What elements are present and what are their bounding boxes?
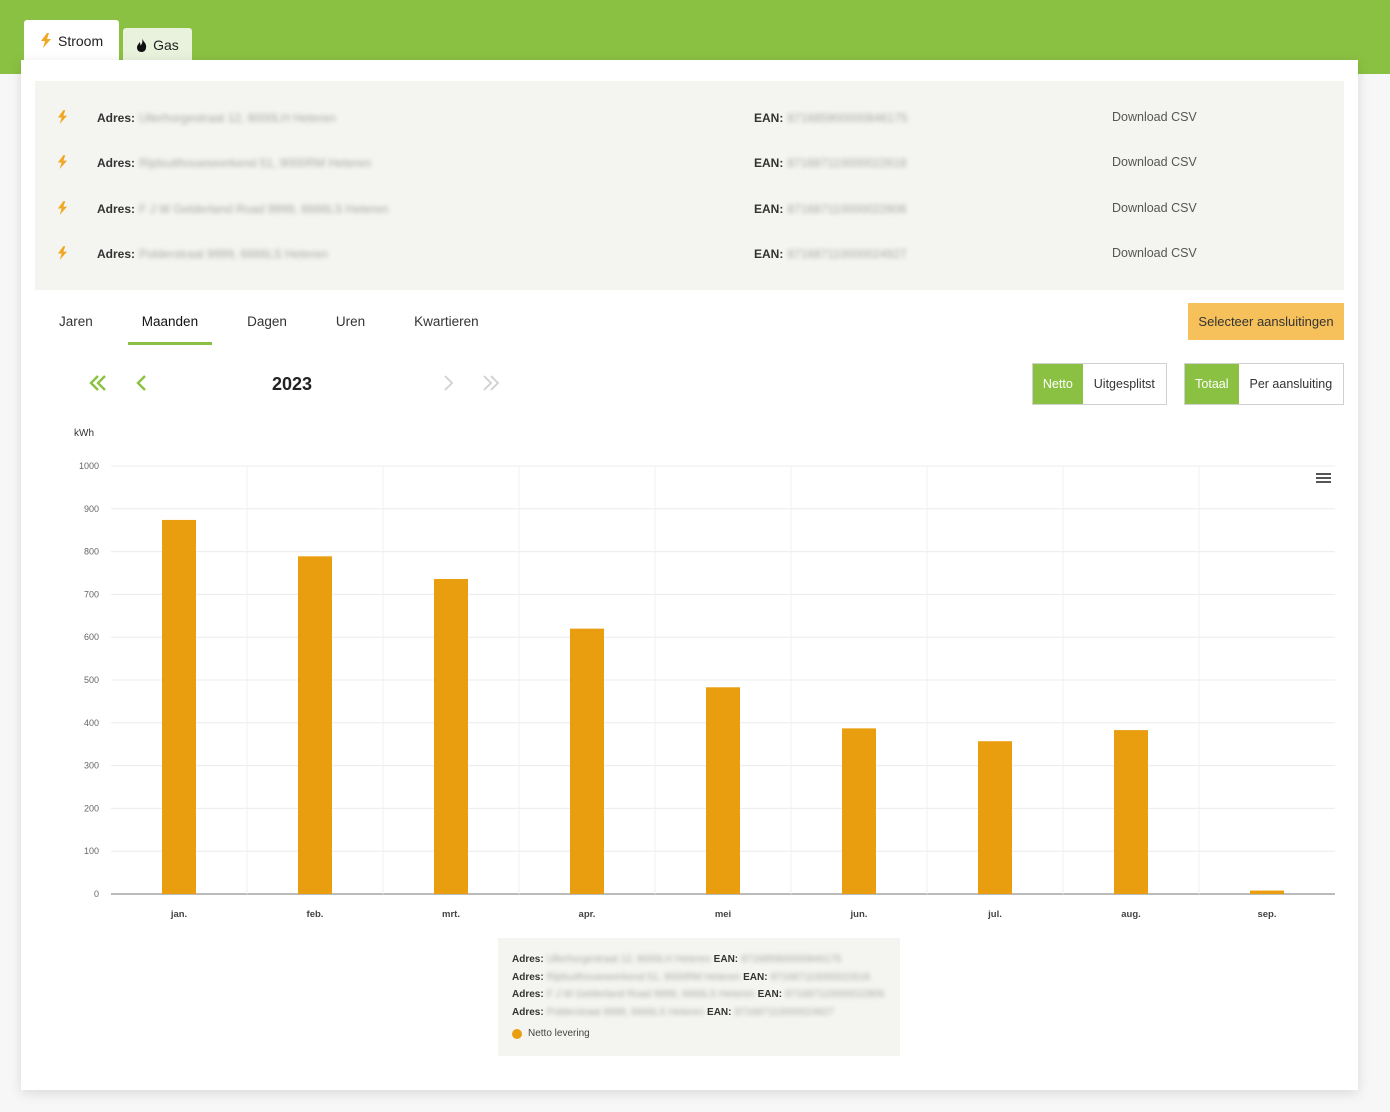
period-tabs: Jaren Maanden Dagen Uren Kwartieren xyxy=(45,311,514,347)
bar-jun[interactable] xyxy=(842,728,876,894)
year-label: 2023 xyxy=(272,374,313,394)
x-tick-label: aug. xyxy=(1121,909,1141,920)
legend-connection: Adres: Polderstraat 9999, 6666LS Heteren E… xyxy=(512,1006,834,1018)
bar-jul[interactable] xyxy=(978,741,1012,894)
tab-dagen[interactable]: Dagen xyxy=(233,311,301,345)
y-tick-label: 700 xyxy=(84,589,99,599)
legend-dot-icon xyxy=(512,1028,522,1039)
chevron-right-icon[interactable] xyxy=(437,372,459,394)
x-tick-label: feb. xyxy=(307,909,324,920)
y-tick-label: 1000 xyxy=(79,461,99,471)
bar-apr[interactable] xyxy=(570,628,604,894)
connection-ean: EAN: 871687110000022806 xyxy=(754,202,907,216)
legend-series-item[interactable]: Netto levering xyxy=(512,1028,886,1039)
x-tick-label: jul. xyxy=(987,909,1002,920)
lightning-icon xyxy=(57,110,68,124)
connection-row: Adres: Rijdsuithouwseerkend 51, 9000RM He… xyxy=(35,153,1344,173)
x-tick-label: mrt. xyxy=(442,909,460,920)
y-tick-label: 900 xyxy=(84,504,99,514)
tab-jaren[interactable]: Jaren xyxy=(45,311,107,345)
connections-panel: Adres: Ullerhorgestraat 12, 8000LH Hetere… xyxy=(35,81,1344,290)
y-axis-label: kWh xyxy=(74,428,94,439)
bar-sep[interactable] xyxy=(1250,890,1284,894)
select-connections-button[interactable]: Selecteer aansluitingen xyxy=(1188,303,1344,340)
tab-stroom[interactable]: Stroom xyxy=(24,20,120,61)
connection-address: Adres: F J W Gelderland Road 9999, 6666LS… xyxy=(97,202,389,216)
connection-row: Adres: Ullerhorgestraat 12, 8000LH Hetere… xyxy=(35,108,1344,128)
tab-uren[interactable]: Uren xyxy=(322,311,379,345)
legend-connection: Adres: Ullerhorgestraat 12, 8000LH Hetere… xyxy=(512,954,842,965)
bar-feb[interactable] xyxy=(298,556,332,894)
uitgesplitst-button[interactable]: Uitgesplitst xyxy=(1082,364,1166,404)
x-tick-label: jun. xyxy=(850,909,868,920)
y-tick-label: 500 xyxy=(84,675,99,685)
bar-mrt[interactable] xyxy=(434,578,468,894)
download-csv-link[interactable]: Download CSV xyxy=(1112,155,1197,169)
consumption-chart: kWh jan. feb. mrt. apr. mei jun. jul. aug. sep. … xyxy=(74,428,1335,920)
y-axis-labels: 0 100 200 300 400 500 600 700 800 900 1000 xyxy=(79,461,99,899)
bar-aug[interactable] xyxy=(1114,730,1148,894)
connection-ean: EAN: 871687110000022618 xyxy=(754,156,907,170)
y-tick-label: 300 xyxy=(84,761,99,771)
netto-button[interactable]: Netto xyxy=(1033,364,1083,404)
y-tick-label: 600 xyxy=(84,632,99,642)
connection-address: Adres: Ullerhorgestraat 12, 8000LH Hetere… xyxy=(97,111,336,125)
tab-kwartieren[interactable]: Kwartieren xyxy=(400,311,493,345)
y-tick-label: 100 xyxy=(84,846,99,856)
x-tick-label: jan. xyxy=(170,909,187,920)
per-aansluiting-button[interactable]: Per aansluiting xyxy=(1238,364,1343,404)
legend-series-name: Netto levering xyxy=(528,1028,590,1039)
x-tick-label: mei xyxy=(715,909,731,920)
y-tick-label: 800 xyxy=(84,547,99,557)
chevron-left-icon[interactable] xyxy=(131,372,153,394)
download-csv-link[interactable]: Download CSV xyxy=(1112,110,1197,124)
legend-connection: Adres: Rijdsuithouwseerkend 51, 9000RM He… xyxy=(512,971,870,983)
totaal-toggle: Totaal Per aansluiting xyxy=(1184,363,1344,405)
tab-maanden[interactable]: Maanden xyxy=(127,311,213,345)
energy-tabs: Stroom Gas xyxy=(24,20,192,61)
tab-label: Stroom xyxy=(58,32,104,49)
download-csv-link[interactable]: Download CSV xyxy=(1112,201,1197,215)
year-navigation: 2023 xyxy=(87,370,507,400)
y-tick-label: 200 xyxy=(84,803,99,813)
chart-menu-icon[interactable] xyxy=(1316,473,1331,483)
download-csv-link[interactable]: Download CSV xyxy=(1112,246,1197,260)
totaal-button[interactable]: Totaal xyxy=(1185,364,1239,404)
legend-connection: Adres: F J W Gelderland Road 9999, 6666LS… xyxy=(512,989,885,1000)
connection-address: Adres: Rijdsuithouwseerkend 51, 9000RM He… xyxy=(97,156,372,170)
chart-bars xyxy=(162,519,1284,894)
lightning-icon xyxy=(57,246,68,260)
connection-ean: EAN: 871687110000024927 xyxy=(754,247,907,261)
x-axis-labels: jan. feb. mrt. apr. mei jun. jul. aug. sep. xyxy=(170,909,1277,920)
x-tick-label: apr. xyxy=(579,909,596,920)
content-card: Adres: Ullerhorgestraat 12, 8000LH Hetere… xyxy=(21,60,1358,1090)
connection-row: Adres: F J W Gelderland Road 9999, 6666LS… xyxy=(35,199,1344,219)
double-chevron-left-icon[interactable] xyxy=(87,372,109,394)
netto-toggle: Netto Uitgesplitst xyxy=(1032,363,1167,405)
lightning-icon xyxy=(57,201,68,215)
connection-row: Adres: Polderstraat 9999, 6666LS Heteren … xyxy=(35,244,1344,264)
tab-label: Gas xyxy=(153,36,179,53)
chart-legend: Adres: Ullerhorgestraat 12, 8000LH Hetere… xyxy=(498,938,900,1056)
connection-ean: EAN: 871685900000846175 xyxy=(754,111,908,125)
lightning-icon xyxy=(41,33,51,48)
bar-jan[interactable] xyxy=(162,519,196,894)
lightning-icon xyxy=(57,155,68,169)
bar-mei[interactable] xyxy=(706,687,740,894)
x-tick-label: sep. xyxy=(1257,909,1276,920)
connection-address: Adres: Polderstraat 9999, 6666LS Heteren xyxy=(97,247,328,261)
double-chevron-right-icon[interactable] xyxy=(480,372,502,394)
tab-gas[interactable]: Gas xyxy=(123,28,192,61)
y-tick-label: 0 xyxy=(94,889,99,899)
flame-icon xyxy=(137,37,147,52)
y-tick-label: 400 xyxy=(84,718,99,728)
